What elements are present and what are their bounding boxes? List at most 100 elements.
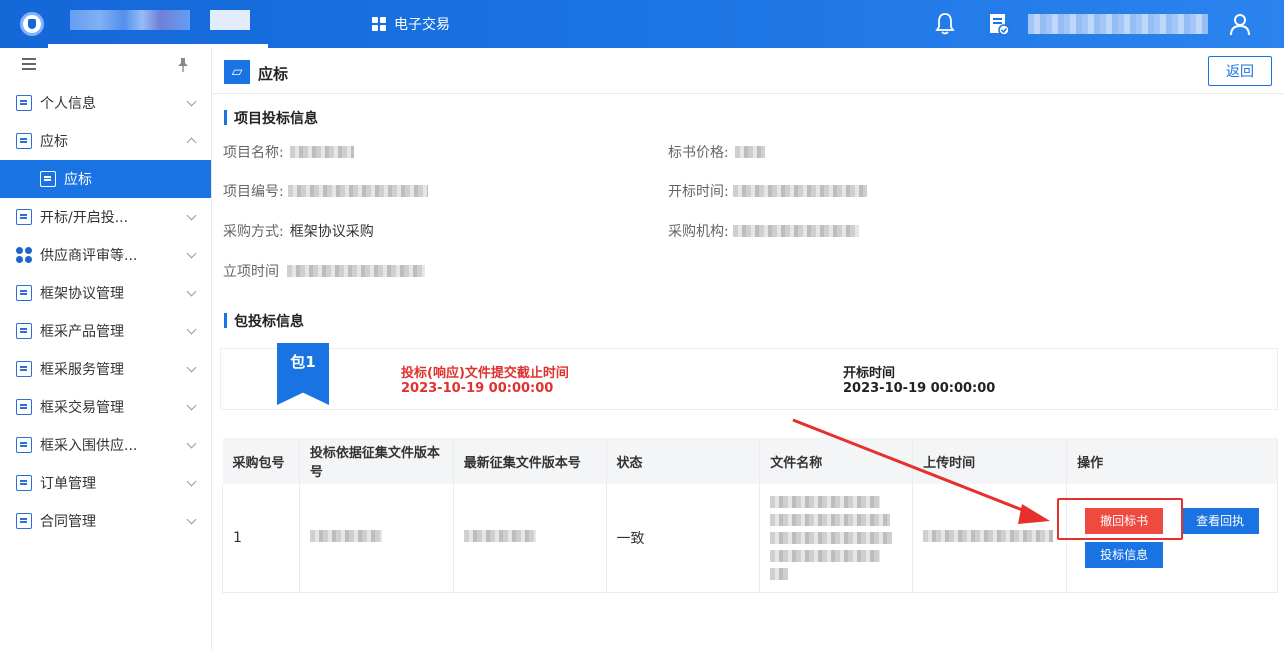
redacted-system-name xyxy=(70,10,190,30)
open-time-field: 开标时间: xyxy=(668,181,867,201)
sidebar-item-label: 框采产品管理 xyxy=(40,324,124,340)
sidebar-item-label: 应标 xyxy=(40,134,68,150)
top-header: 电子交易 xyxy=(0,0,1284,48)
sidebar-item-contracts[interactable]: 合同管理 xyxy=(0,502,211,540)
package-no-cell: 1 xyxy=(222,484,300,593)
sidebar-item-framework-trade[interactable]: 框采交易管理 xyxy=(0,388,211,426)
supplier-icon xyxy=(16,437,32,453)
redacted-value xyxy=(463,529,536,542)
redacted-user-name xyxy=(1028,14,1208,34)
chevron-down-icon xyxy=(186,400,197,411)
sidebar-item-bidding[interactable]: 应标 xyxy=(0,122,211,160)
back-button[interactable]: 返回 xyxy=(1208,56,1272,86)
chevron-down-icon xyxy=(186,248,197,259)
chevron-down-icon xyxy=(186,476,197,487)
bell-icon[interactable] xyxy=(934,12,956,36)
sidebar-item-framework-agreement[interactable]: 框架协议管理 xyxy=(0,274,211,312)
contract-icon xyxy=(16,513,32,529)
order-icon xyxy=(16,475,32,491)
package-info-title: 包投标信息 xyxy=(224,311,304,331)
sidebar-item-label: 订单管理 xyxy=(40,476,96,492)
procurement-agency-label: 采购机构: xyxy=(668,224,729,240)
sidebar-item-label: 应标 xyxy=(64,172,92,188)
chevron-up-icon xyxy=(186,137,197,148)
chevron-down-icon xyxy=(186,286,197,297)
annotation-highlight-box xyxy=(1057,498,1183,540)
document-check-icon[interactable] xyxy=(988,12,1010,36)
redacted-system-name-part xyxy=(210,10,250,30)
project-name-label: 项目名称: xyxy=(223,145,284,161)
col-header: 状态 xyxy=(606,438,761,484)
user-icon[interactable] xyxy=(1228,12,1252,36)
agreement-icon xyxy=(16,285,32,301)
product-icon xyxy=(16,323,32,339)
col-header: 投标依据征集文件版本号 xyxy=(299,438,454,484)
procurement-method-label: 采购方式: xyxy=(223,224,284,240)
sidebar-item-label: 框采交易管理 xyxy=(40,400,124,416)
setup-time-field: 立项时间 xyxy=(223,261,425,281)
nav-title-label: 电子交易 xyxy=(394,17,450,33)
bid-icon xyxy=(16,133,32,149)
redacted-value xyxy=(732,185,867,197)
table-header-row: 采购包号 投标依据征集文件版本号 最新征集文件版本号 状态 文件名称 上传时间 … xyxy=(222,438,1278,484)
sidebar-item-bid-opening[interactable]: 开标/开启投... xyxy=(0,198,211,236)
open-time-label: 开标时间 xyxy=(843,366,896,381)
sidebar-item-framework-suppliers[interactable]: 框采入围供应... xyxy=(0,426,211,464)
sidebar-item-personal-info[interactable]: 个人信息 xyxy=(0,84,211,122)
setup-time-label: 立项时间 xyxy=(223,264,279,280)
redacted-value xyxy=(734,146,765,158)
sidebar-item-label: 框采服务管理 xyxy=(40,362,124,378)
bid-price-field: 标书价格: xyxy=(668,142,765,162)
deadline-label: 投标(响应)文件提交截止时间 xyxy=(401,366,569,381)
col-header: 操作 xyxy=(1066,438,1278,484)
sidebar-item-framework-products[interactable]: 框采产品管理 xyxy=(0,312,211,350)
deadline-value: 2023-10-19 00:00:00 xyxy=(401,381,554,396)
page-icon: ▱ xyxy=(224,60,250,84)
chevron-down-icon xyxy=(186,438,197,449)
project-info-title: 项目投标信息 xyxy=(224,108,318,128)
view-receipt-button[interactable]: 查看回执 xyxy=(1181,507,1260,534)
sidebar-item-supplier-review[interactable]: 供应商评审等... xyxy=(0,236,211,274)
latest-version-cell xyxy=(453,484,607,593)
bid-version-cell xyxy=(299,484,454,593)
bid-info-button[interactable]: 投标信息 xyxy=(1085,541,1164,568)
redacted-value xyxy=(309,529,382,542)
filename-cell xyxy=(759,484,914,593)
page-header: ▱ 应标 返回 xyxy=(212,48,1284,94)
chevron-down-icon xyxy=(186,210,197,221)
pin-icon[interactable] xyxy=(176,57,190,73)
bid-icon xyxy=(40,171,56,187)
redacted-value xyxy=(287,265,425,277)
logo-icon xyxy=(20,12,44,36)
redacted-value xyxy=(732,225,859,237)
chevron-down-icon xyxy=(186,362,197,373)
sidebar-subitem-bidding[interactable]: 应标 xyxy=(0,160,211,198)
package-card: 包1 投标(响应)文件提交截止时间 2023-10-19 00:00:00 开标… xyxy=(220,343,1278,410)
package-badge: 包1 xyxy=(277,343,329,405)
sidebar-item-orders[interactable]: 订单管理 xyxy=(0,464,211,502)
sidebar-item-label: 框架协议管理 xyxy=(40,286,124,302)
bid-price-label: 标书价格: xyxy=(668,145,729,161)
chevron-down-icon xyxy=(186,514,197,525)
service-icon xyxy=(16,361,32,377)
trade-icon xyxy=(16,399,32,415)
sidebar-item-framework-services[interactable]: 框采服务管理 xyxy=(0,350,211,388)
col-header: 采购包号 xyxy=(222,438,300,484)
col-header: 上传时间 xyxy=(912,438,1068,484)
menu-icon[interactable] xyxy=(22,58,36,70)
sidebar-item-label: 合同管理 xyxy=(40,514,96,530)
project-name-field: 项目名称: xyxy=(223,142,354,162)
redacted-value xyxy=(923,529,1054,542)
sidebar-item-label: 供应商评审等... xyxy=(40,248,138,264)
sidebar: 个人信息 应标 应标 开标/开启投... 供应商评审等... 框架协议管理 框采… xyxy=(0,48,212,650)
profile-icon xyxy=(16,95,32,111)
open-time-value: 2023-10-19 00:00:00 xyxy=(843,381,996,396)
col-header: 最新征集文件版本号 xyxy=(453,438,607,484)
redacted-filename xyxy=(770,495,902,580)
status-cell: 一致 xyxy=(606,484,761,593)
main-content: ▱ 应标 返回 项目投标信息 项目名称: 标书价格: 项目编号: 开标时间: 采… xyxy=(212,48,1284,650)
procurement-agency-field: 采购机构: xyxy=(668,221,859,241)
nav-electronic-trade[interactable]: 电子交易 xyxy=(372,14,450,34)
col-header: 文件名称 xyxy=(759,438,914,484)
upload-time-cell xyxy=(912,484,1068,593)
